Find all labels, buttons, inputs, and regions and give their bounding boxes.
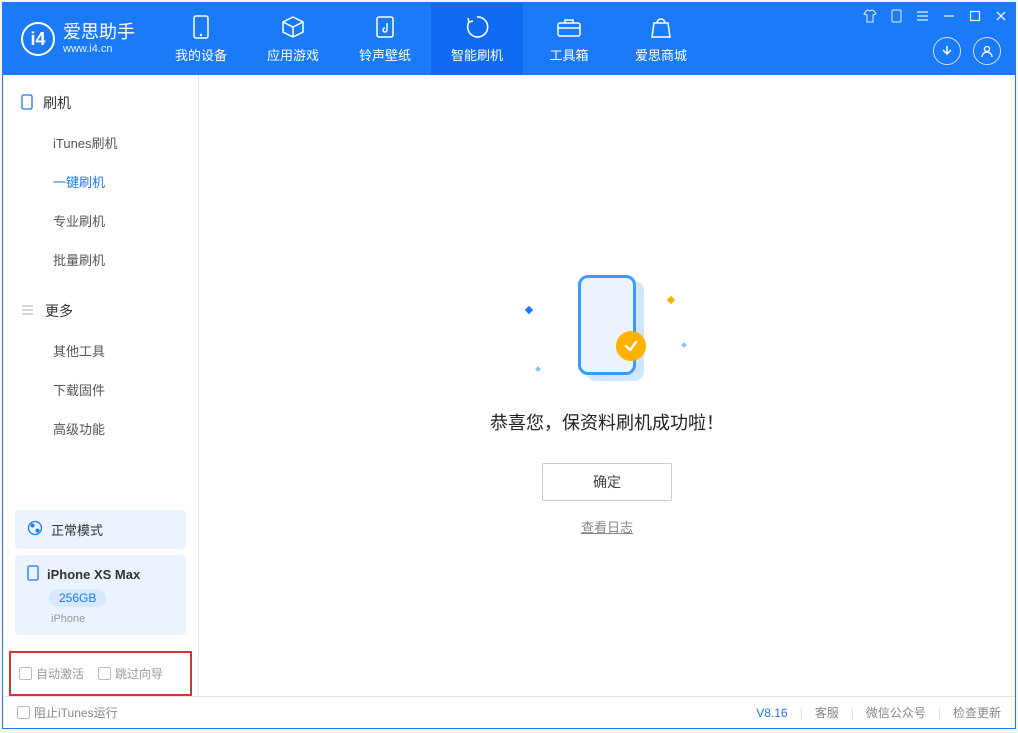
device-icon — [27, 565, 39, 583]
sidebar: 刷机 iTunes刷机 一键刷机 专业刷机 批量刷机 更多 其他工具 下载固件 … — [3, 75, 199, 696]
list-icon — [21, 303, 35, 319]
body: 刷机 iTunes刷机 一键刷机 专业刷机 批量刷机 更多 其他工具 下载固件 … — [3, 75, 1015, 696]
app-window: i4 爱思助手 www.i4.cn 我的设备 应用游戏 铃声壁纸 智能刷机 — [2, 2, 1016, 729]
tab-my-device[interactable]: 我的设备 — [155, 3, 247, 75]
music-file-icon — [372, 14, 398, 40]
mode-label: 正常模式 — [51, 520, 103, 539]
nav-tabs: 我的设备 应用游戏 铃声壁纸 智能刷机 工具箱 爱思商城 — [155, 3, 707, 75]
main-content: 恭喜您，保资料刷机成功啦！ 确定 查看日志 — [199, 75, 1015, 696]
check-update-link[interactable]: 检查更新 — [953, 704, 1001, 721]
section-title: 刷机 — [43, 93, 71, 113]
checkbox-label: 自动激活 — [36, 665, 84, 682]
skip-guide-checkbox[interactable]: 跳过向导 — [98, 665, 163, 682]
sidebar-item-advanced[interactable]: 高级功能 — [3, 409, 198, 448]
download-button[interactable] — [933, 37, 961, 65]
tab-smart-flash[interactable]: 智能刷机 — [431, 3, 523, 75]
cube-icon — [280, 14, 306, 40]
menu-icon[interactable] — [916, 10, 929, 22]
phone-icon — [21, 94, 33, 113]
sparkle-icon — [535, 366, 541, 372]
support-link[interactable]: 客服 — [815, 704, 839, 721]
device-capacity-badge: 256GB — [49, 589, 106, 607]
sidebar-item-other-tools[interactable]: 其他工具 — [3, 331, 198, 370]
device-icon — [188, 14, 214, 40]
tab-apps-games[interactable]: 应用游戏 — [247, 3, 339, 75]
shield-refresh-icon — [464, 14, 490, 40]
device-type: iPhone — [51, 613, 174, 625]
tab-label: 我的设备 — [175, 45, 227, 64]
ok-button[interactable]: 确定 — [542, 463, 672, 501]
header-right — [933, 37, 1001, 65]
tshirt-icon[interactable] — [863, 9, 877, 23]
user-button[interactable] — [973, 37, 1001, 65]
highlighted-options: 自动激活 跳过向导 — [9, 651, 192, 696]
device-info[interactable]: iPhone XS Max 256GB iPhone — [15, 555, 186, 635]
device-mode[interactable]: 正常模式 — [15, 510, 186, 549]
window-controls — [863, 9, 1007, 23]
sidebar-section-flash: 刷机 — [3, 93, 198, 123]
checkbox-label: 跳过向导 — [115, 665, 163, 682]
close-button[interactable] — [995, 10, 1007, 22]
phone-small-icon[interactable] — [891, 9, 902, 23]
sidebar-item-pro-flash[interactable]: 专业刷机 — [3, 201, 198, 240]
sidebar-item-oneclick-flash[interactable]: 一键刷机 — [3, 162, 198, 201]
tab-label: 工具箱 — [549, 45, 588, 64]
sidebar-section-more: 更多 — [3, 301, 198, 331]
tab-toolbox[interactable]: 工具箱 — [523, 3, 615, 75]
checkbox-label: 阻止iTunes运行 — [34, 704, 118, 721]
wechat-link[interactable]: 微信公众号 — [866, 704, 926, 721]
minimize-button[interactable] — [943, 10, 955, 22]
sparkle-icon — [667, 296, 675, 304]
sparkle-icon — [525, 306, 533, 314]
view-log-link[interactable]: 查看日志 — [581, 517, 633, 536]
header: i4 爱思助手 www.i4.cn 我的设备 应用游戏 铃声壁纸 智能刷机 — [3, 3, 1015, 75]
auto-activate-checkbox[interactable]: 自动激活 — [19, 665, 84, 682]
mode-icon — [27, 520, 43, 539]
section-title: 更多 — [45, 301, 73, 321]
app-subtitle: www.i4.cn — [63, 43, 135, 55]
maximize-button[interactable] — [969, 10, 981, 22]
success-illustration — [572, 275, 642, 383]
logo: i4 爱思助手 www.i4.cn — [3, 22, 155, 56]
tab-ringtone-wallpaper[interactable]: 铃声壁纸 — [339, 3, 431, 75]
block-itunes-checkbox[interactable]: 阻止iTunes运行 — [17, 704, 118, 721]
device-panel: 正常模式 iPhone XS Max 256GB iPhone — [15, 510, 186, 635]
tab-store[interactable]: 爱思商城 — [615, 3, 707, 75]
sidebar-item-download-firmware[interactable]: 下载固件 — [3, 370, 198, 409]
logo-icon: i4 — [21, 22, 55, 56]
device-name-label: iPhone XS Max — [47, 568, 140, 581]
tab-label: 应用游戏 — [267, 45, 319, 64]
sidebar-item-itunes-flash[interactable]: iTunes刷机 — [3, 123, 198, 162]
tab-label: 智能刷机 — [451, 45, 503, 64]
tab-label: 爱思商城 — [635, 45, 687, 64]
app-title: 爱思助手 — [63, 23, 135, 43]
sidebar-item-batch-flash[interactable]: 批量刷机 — [3, 240, 198, 279]
version-label: V8.16 — [756, 706, 787, 720]
tab-label: 铃声壁纸 — [359, 45, 411, 64]
bag-icon — [648, 14, 674, 40]
toolbox-icon — [556, 14, 582, 40]
check-badge-icon — [616, 331, 646, 361]
footer: 阻止iTunes运行 V8.16 | 客服 | 微信公众号 | 检查更新 — [3, 696, 1015, 728]
sparkle-icon — [681, 342, 687, 348]
success-message: 恭喜您，保资料刷机成功啦！ — [490, 409, 724, 435]
